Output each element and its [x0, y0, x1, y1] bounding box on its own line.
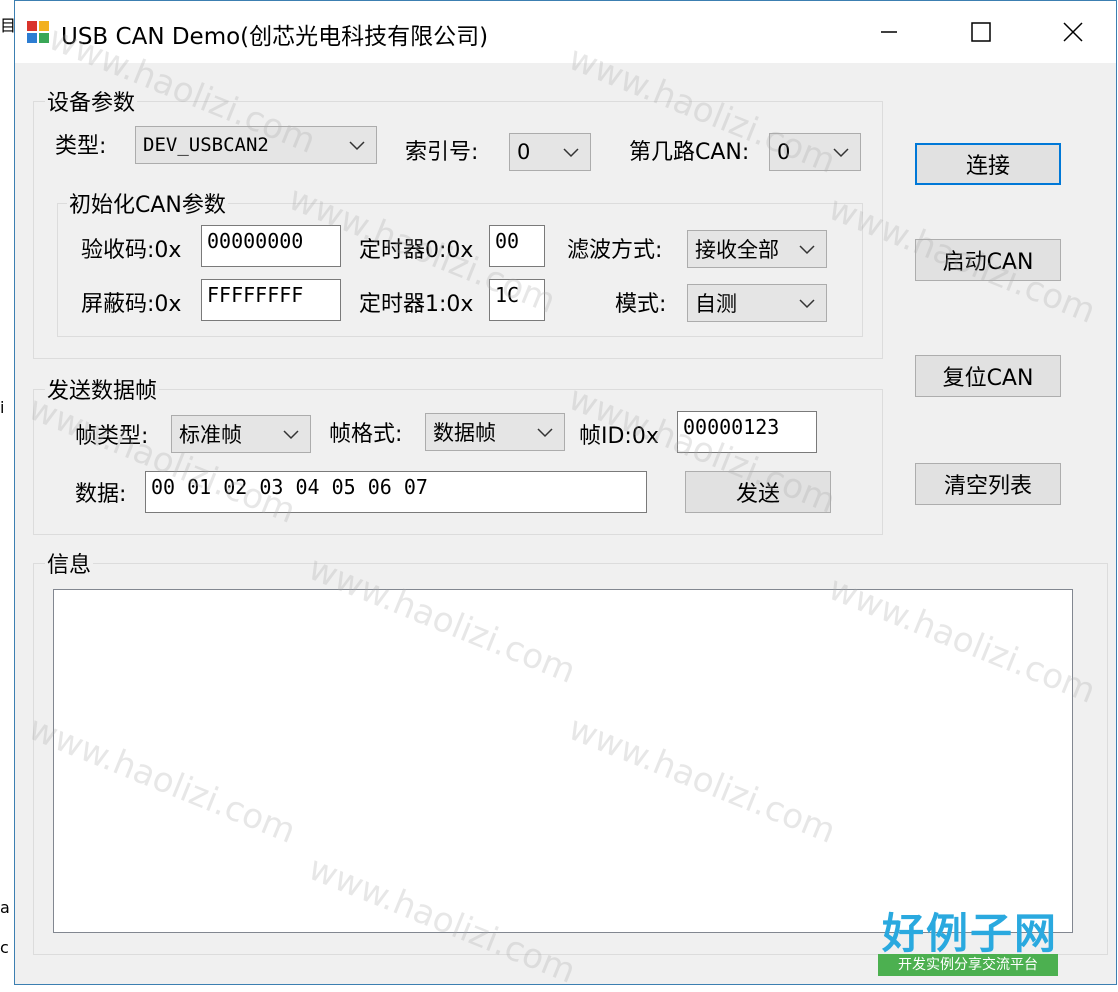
frame-type-dropdown[interactable]: 标准帧: [171, 415, 311, 453]
timer0-label: 定时器0:0x: [359, 238, 474, 263]
device-type-value: DEV_USBCAN2: [143, 134, 269, 156]
mask-code-input[interactable]: FFFFFFFF: [201, 279, 341, 321]
app-window: USB CAN Demo(创芯光电科技有限公司) 设备参数 类型: DEV_US…: [14, 0, 1117, 985]
close-button[interactable]: [1027, 1, 1118, 63]
chevron-down-icon: [283, 430, 299, 440]
window-title: USB CAN Demo(创芯光电科技有限公司): [61, 24, 489, 50]
chevron-down-icon: [799, 299, 815, 309]
timer1-input[interactable]: 1C: [489, 279, 545, 321]
chevron-down-icon: [799, 245, 815, 255]
maximize-button[interactable]: [935, 1, 1027, 63]
mode-label: 模式:: [615, 292, 667, 317]
frame-format-value: 数据帧: [433, 421, 496, 445]
info-label: 信息: [45, 547, 94, 579]
logo-main-text: 好例子网: [882, 909, 1059, 958]
frame-id-label: 帧ID:0x: [579, 424, 659, 449]
maximize-icon: [971, 22, 991, 42]
reset-can-button[interactable]: 复位CAN: [915, 355, 1061, 397]
acceptance-code-input[interactable]: 00000000: [201, 225, 341, 267]
index-value: 0: [517, 140, 531, 164]
message-list[interactable]: [53, 589, 1073, 933]
channel-dropdown[interactable]: 0: [769, 133, 861, 171]
acceptance-code-label: 验收码:0x: [81, 238, 182, 263]
frame-format-dropdown[interactable]: 数据帧: [425, 413, 565, 451]
device-type-label: 类型:: [55, 134, 107, 159]
index-dropdown[interactable]: 0: [509, 133, 591, 171]
chevron-down-icon: [563, 148, 579, 158]
chevron-down-icon: [349, 141, 365, 151]
data-label: 数据:: [75, 482, 127, 507]
frame-id-input[interactable]: 00000123: [677, 411, 817, 453]
mode-value: 自测: [695, 292, 737, 316]
timer0-input[interactable]: 00: [489, 225, 545, 267]
send-button[interactable]: 发送: [685, 471, 831, 513]
start-can-button[interactable]: 启动CAN: [915, 239, 1061, 281]
clear-list-button[interactable]: 清空列表: [915, 463, 1061, 505]
device-type-dropdown[interactable]: DEV_USBCAN2: [135, 126, 377, 164]
chevron-down-icon: [833, 148, 849, 158]
background-text-fragment: a: [0, 898, 10, 917]
mask-code-label: 屏蔽码:0x: [81, 292, 182, 317]
filter-mode-value: 接收全部: [695, 238, 779, 262]
send-frame-label: 发送数据帧: [45, 373, 160, 405]
filter-mode-label: 滤波方式:: [567, 238, 663, 263]
title-bar[interactable]: USB CAN Demo(创芯光电科技有限公司): [15, 1, 1116, 63]
minimize-button[interactable]: [843, 1, 935, 63]
site-logo: 好例子网 开发实例分享交流平台: [878, 900, 1062, 980]
channel-value: 0: [777, 140, 791, 164]
logo-sub-text: 开发实例分享交流平台: [878, 954, 1058, 976]
background-text-fragment: c: [0, 938, 9, 957]
mode-dropdown[interactable]: 自测: [687, 284, 827, 322]
frame-type-value: 标准帧: [179, 423, 242, 447]
data-input[interactable]: 00 01 02 03 04 05 06 07: [145, 471, 647, 513]
app-icon: [27, 21, 51, 45]
filter-mode-dropdown[interactable]: 接收全部: [687, 230, 827, 268]
chevron-down-icon: [537, 428, 553, 438]
connect-button[interactable]: 连接: [915, 143, 1061, 185]
minimize-icon: [881, 31, 897, 33]
index-label: 索引号:: [405, 140, 479, 165]
device-params-label: 设备参数: [45, 85, 138, 117]
close-icon: [1063, 22, 1083, 42]
timer1-label: 定时器1:0x: [359, 292, 474, 317]
background-text-fragment: i: [0, 398, 5, 417]
frame-type-label: 帧类型:: [75, 424, 149, 449]
init-can-params-label: 初始化CAN参数: [67, 187, 228, 219]
channel-label: 第几路CAN:: [629, 140, 750, 165]
frame-format-label: 帧格式:: [329, 422, 403, 447]
